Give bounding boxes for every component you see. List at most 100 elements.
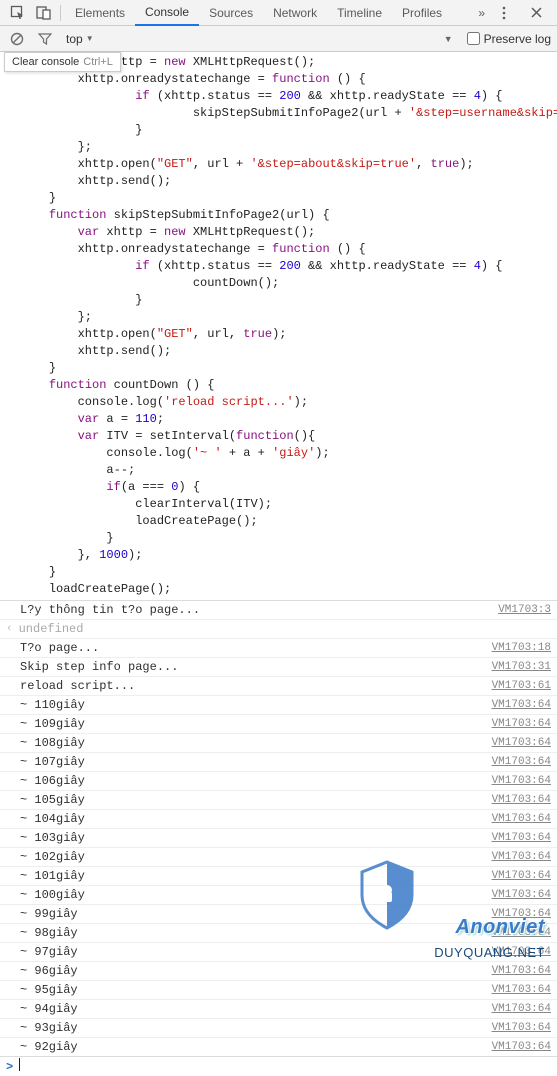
log-source-link[interactable]: VM1703:64 — [492, 965, 551, 977]
code-line: }; — [20, 309, 551, 326]
log-source-link[interactable]: VM1703:64 — [492, 794, 551, 806]
log-source-link[interactable]: VM1703:64 — [492, 737, 551, 749]
code-line: } — [20, 190, 551, 207]
log-source-link[interactable]: VM1703:64 — [492, 851, 551, 863]
console-log-line: ~ 100giâyVM1703:64 — [0, 885, 557, 904]
console-log-line: ~ 107giâyVM1703:64 — [0, 752, 557, 771]
preserve-log-checkbox[interactable] — [467, 32, 480, 45]
console-log-line: ~ 109giâyVM1703:64 — [0, 714, 557, 733]
log-source-link[interactable]: VM1703:64 — [492, 908, 551, 920]
log-source-link[interactable]: VM1703:64 — [492, 699, 551, 711]
console-log-line: ~ 96giâyVM1703:64 — [0, 961, 557, 980]
log-message: ~ 107giây — [20, 755, 492, 769]
code-line: }, 1000); — [20, 547, 551, 564]
console-log-line: ~ 97giâyVM1703:64 — [0, 942, 557, 961]
log-source-link[interactable]: VM1703:18 — [492, 642, 551, 654]
tab-timeline[interactable]: Timeline — [327, 0, 392, 26]
console-log-line: ~ 104giâyVM1703:64 — [0, 809, 557, 828]
log-message: ~ 96giây — [20, 964, 492, 978]
console-input[interactable] — [19, 1058, 551, 1075]
code-line: a--; — [20, 462, 551, 479]
log-source-link[interactable]: VM1703:64 — [492, 832, 551, 844]
log-source-link[interactable]: VM1703:64 — [492, 984, 551, 996]
settings-menu-icon[interactable] — [491, 0, 517, 26]
chevron-down-icon[interactable]: ▼ — [444, 34, 453, 44]
console-log-line: T?o page...VM1703:18 — [0, 638, 557, 657]
inspect-element-icon[interactable] — [4, 0, 30, 26]
log-message: L?y thông tin t?o page... — [20, 603, 498, 617]
log-message: ~ 94giây — [20, 1002, 492, 1016]
log-message: ~ 103giây — [20, 831, 492, 845]
code-line: function countDown () { — [20, 377, 551, 394]
log-message: ~ 92giây — [20, 1040, 492, 1054]
log-message: ~ 101giây — [20, 869, 492, 883]
code-line: if(a === 0) { — [20, 479, 551, 496]
log-source-link[interactable]: VM1703:61 — [492, 680, 551, 692]
console-log-line: ~ 106giâyVM1703:64 — [0, 771, 557, 790]
log-source-link[interactable]: VM1703:64 — [492, 756, 551, 768]
log-message: ~ 97giây — [20, 945, 492, 959]
prompt-marker: > — [6, 1060, 13, 1074]
log-source-link[interactable]: VM1703:3 — [498, 604, 551, 616]
log-source-link[interactable]: VM1703:64 — [492, 1041, 551, 1053]
log-message: ~ 110giây — [20, 698, 492, 712]
log-message: ~ 108giây — [20, 736, 492, 750]
device-toolbar-icon[interactable] — [30, 0, 56, 26]
console-log-line: ~ 92giâyVM1703:64 — [0, 1037, 557, 1056]
tab-sources[interactable]: Sources — [199, 0, 263, 26]
console-log-line: reload script...VM1703:61 — [0, 676, 557, 695]
log-source-link[interactable]: VM1703:64 — [492, 927, 551, 939]
code-line: var ITV = setInterval(function(){ — [20, 428, 551, 445]
log-message: ~ 105giây — [20, 793, 492, 807]
log-source-link[interactable]: VM1703:64 — [492, 775, 551, 787]
console-toolbar: top ▼ ▼ Preserve log Clear consoleCtrl+L — [0, 26, 557, 52]
tab-console[interactable]: Console — [135, 0, 199, 26]
console-log-line: ~ 105giâyVM1703:64 — [0, 790, 557, 809]
tab-network[interactable]: Network — [263, 0, 327, 26]
console-log-line: ~ 103giâyVM1703:64 — [0, 828, 557, 847]
context-selector[interactable]: top ▼ — [62, 32, 98, 46]
code-line: var xhttp = new XMLHttpRequest(); — [20, 224, 551, 241]
preserve-log-toggle[interactable]: Preserve log — [467, 32, 551, 46]
console-input-code: var xhttp = new XMLHttpRequest(); xhttp.… — [0, 52, 557, 600]
tab-elements[interactable]: Elements — [65, 0, 135, 26]
code-line: xhttp.open("GET", url + '&step=about&ski… — [20, 156, 551, 173]
clear-console-button[interactable] — [6, 28, 28, 50]
devtools-top-toolbar: ElementsConsoleSourcesNetworkTimelinePro… — [0, 0, 557, 26]
console-log-line: Skip step info page...VM1703:31 — [0, 657, 557, 676]
log-message: ~ 100giây — [20, 888, 492, 902]
filter-icon[interactable] — [34, 28, 56, 50]
log-message: reload script... — [20, 679, 492, 693]
code-line: console.log('~ ' + a + 'giây'); — [20, 445, 551, 462]
log-source-link[interactable]: VM1703:64 — [492, 870, 551, 882]
context-label: top — [66, 32, 83, 46]
log-source-link[interactable]: VM1703:64 — [492, 946, 551, 958]
code-line: countDown(); — [20, 275, 551, 292]
overflow-tabs-button[interactable]: » — [472, 6, 491, 20]
code-line: } — [20, 122, 551, 139]
log-message: T?o page... — [20, 641, 492, 655]
chevron-down-icon: ▼ — [86, 34, 94, 43]
log-message: ~ 98giây — [20, 926, 492, 940]
close-devtools-icon[interactable] — [523, 0, 549, 26]
log-source-link[interactable]: VM1703:64 — [492, 1022, 551, 1034]
log-source-link[interactable]: VM1703:64 — [492, 813, 551, 825]
code-line: var a = 110; — [20, 411, 551, 428]
console-log-line: ~ 110giâyVM1703:64 — [0, 695, 557, 714]
code-line: } — [20, 360, 551, 377]
console-log-line: ~ 102giâyVM1703:64 — [0, 847, 557, 866]
panel-tabs: ElementsConsoleSourcesNetworkTimelinePro… — [65, 0, 472, 25]
code-line: } — [20, 564, 551, 581]
log-message: ~ 102giây — [20, 850, 492, 864]
console-log-line: ~ 99giâyVM1703:64 — [0, 904, 557, 923]
code-line: xhttp.send(); — [20, 173, 551, 190]
console-log-line: ~ 98giâyVM1703:64 — [0, 923, 557, 942]
log-source-link[interactable]: VM1703:64 — [492, 1003, 551, 1015]
console-prompt[interactable]: > — [0, 1056, 557, 1076]
tab-profiles[interactable]: Profiles — [392, 0, 452, 26]
log-source-link[interactable]: VM1703:64 — [492, 718, 551, 730]
log-source-link[interactable]: VM1703:31 — [492, 661, 551, 673]
log-source-link[interactable]: VM1703:64 — [492, 889, 551, 901]
separator — [60, 5, 61, 21]
console-log-line: ~ 94giâyVM1703:64 — [0, 999, 557, 1018]
